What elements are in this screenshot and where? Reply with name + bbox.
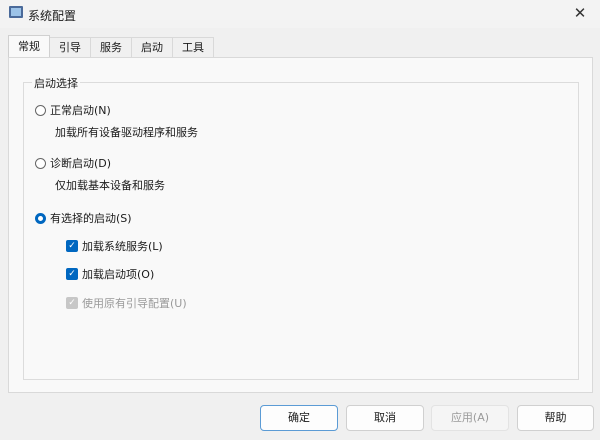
window-title: 系统配置 (28, 9, 77, 23)
radio-label: 有选择的启动(S) (50, 212, 132, 225)
checkmark-icon[interactable]: ✓ (66, 268, 78, 280)
radio-normal-startup[interactable]: 正常启动(N) (35, 102, 111, 118)
tab-general[interactable]: 常规 (8, 35, 50, 57)
title-bar: 系统配置 ✕ (0, 0, 600, 28)
checkbox-load-system-services[interactable]: ✓ 加载系统服务(L) (66, 238, 163, 254)
radio-selective-startup[interactable]: 有选择的启动(S) (35, 210, 132, 226)
cancel-button[interactable]: 取消 (346, 405, 424, 431)
checkbox-use-original-boot-config: ✓ 使用原有引导配置(U) (66, 295, 187, 311)
radio-icon[interactable] (35, 104, 46, 116)
radio-selected-icon[interactable] (35, 212, 46, 224)
radio-label: 诊断启动(D) (50, 157, 112, 170)
close-icon[interactable]: ✕ (560, 0, 600, 28)
radio-label: 正常启动(N) (50, 104, 111, 117)
radio-icon[interactable] (35, 157, 46, 169)
normal-startup-desc: 加载所有设备驱动程序和服务 (55, 126, 198, 139)
tab-startup[interactable]: 启动 (131, 37, 173, 58)
help-button[interactable]: 帮助 (517, 405, 594, 431)
checkbox-label: 使用原有引导配置(U) (82, 297, 187, 310)
ok-button[interactable]: 确定 (260, 405, 338, 431)
checkbox-label: 加载启动项(O) (82, 268, 155, 281)
group-title: 启动选择 (32, 75, 80, 91)
radio-diagnostic-startup[interactable]: 诊断启动(D) (35, 155, 111, 171)
tab-tools[interactable]: 工具 (172, 37, 214, 58)
apply-button: 应用(A) (431, 405, 509, 431)
checkmark-icon[interactable]: ✓ (66, 240, 78, 252)
checkbox-label: 加载系统服务(L) (82, 240, 163, 253)
startup-selection-group: 启动选择 正常启动(N) 加载所有设备驱动程序和服务 诊断启动(D) 仅加载基本… (23, 75, 579, 380)
diagnostic-startup-desc: 仅加载基本设备和服务 (55, 179, 165, 192)
checkmark-icon: ✓ (66, 297, 78, 309)
tab-services[interactable]: 服务 (90, 37, 132, 58)
tab-boot[interactable]: 引导 (49, 37, 91, 58)
tab-panel-general: 启动选择 正常启动(N) 加载所有设备驱动程序和服务 诊断启动(D) 仅加载基本… (8, 57, 593, 393)
app-icon (9, 6, 23, 18)
tab-bar: 常规 引导 服务 启动 工具 (8, 35, 214, 58)
checkbox-load-startup-items[interactable]: ✓ 加载启动项(O) (66, 266, 154, 282)
